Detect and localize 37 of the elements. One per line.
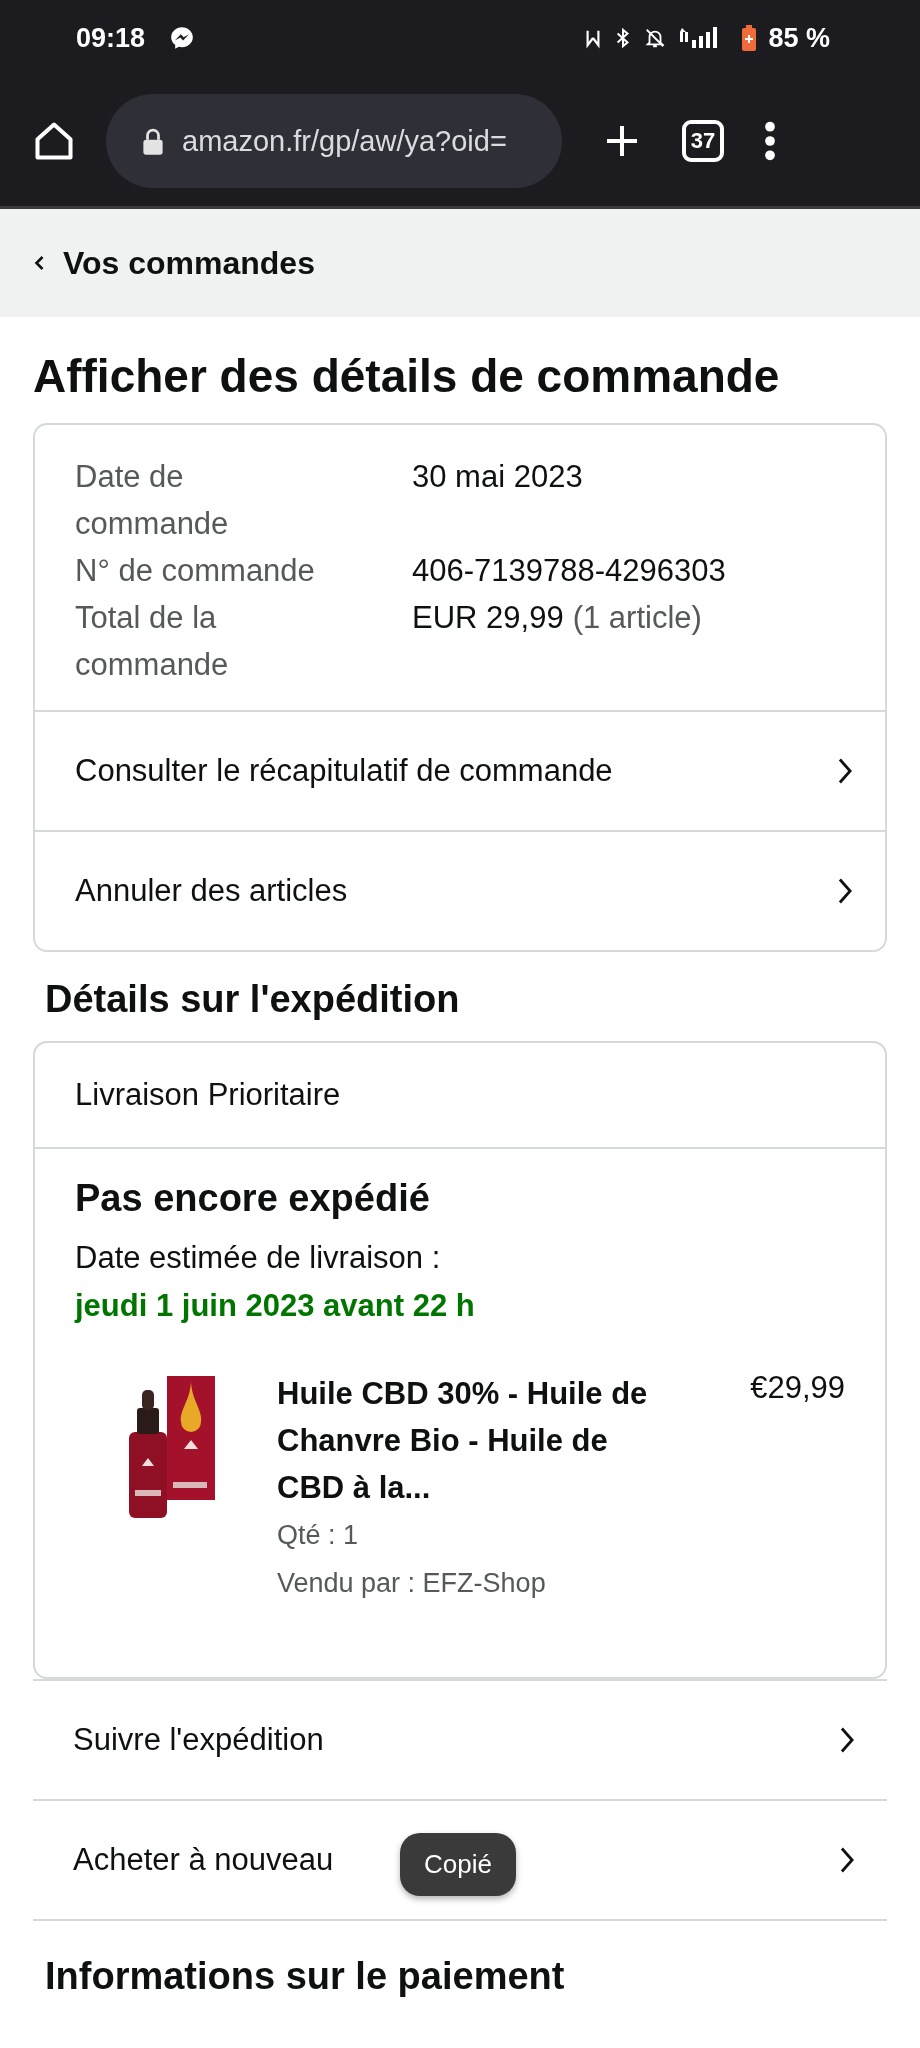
lock-icon	[142, 127, 164, 155]
home-icon[interactable]	[32, 119, 76, 163]
back-link[interactable]: Vos commandes	[34, 244, 315, 282]
field-value: 406-7139788-4296303	[412, 552, 727, 590]
seller-text: Vendu par : EFZ-Shop	[277, 1567, 547, 1600]
field-value: 30 mai 2023	[412, 458, 584, 496]
shipment-status: Pas encore expédié	[75, 1177, 431, 1220]
delivery-method: Livraison Prioritaire	[35, 1043, 885, 1149]
field-label: Date de commande	[75, 458, 230, 543]
field-value: EUR 29,99 (1 article)	[412, 599, 703, 637]
chevron-right-icon	[837, 757, 853, 785]
field-label: Total de la commande	[75, 599, 230, 684]
battery-level: 85 %	[768, 22, 830, 54]
order-link-row[interactable]: Consulter le récapitulatif de commande	[35, 712, 885, 830]
toast-message: Copié	[400, 1833, 516, 1896]
section-heading: Informations sur le paiement	[44, 1954, 566, 1999]
section-heading: Détails sur l'expédition	[44, 977, 461, 1022]
eta-label: Date estimée de livraison :	[75, 1239, 442, 1277]
page-title: Afficher des détails de commande	[33, 349, 781, 404]
shipment-action-row[interactable]: Suivre l'expédition	[33, 1679, 887, 1801]
field-label: N° de commande	[75, 552, 316, 590]
product-title[interactable]: Huile CBD 30% - Huile de Chanvre Bio - Huile de CBD à la...	[277, 1370, 657, 1511]
muted-bell-icon	[644, 27, 667, 49]
quantity-text: Qté : 1	[277, 1519, 360, 1552]
address-bar[interactable]: amazon.fr/gp/aw/ya?oid=	[106, 94, 562, 188]
chevron-right-icon	[839, 1846, 855, 1874]
order-link-row[interactable]: Annuler des articles	[35, 830, 885, 950]
chevron-right-icon	[839, 1726, 855, 1754]
chevron-right-icon	[837, 877, 853, 905]
clock: 09:18	[76, 22, 146, 54]
eta-date: jeudi 1 juin 2023 avant 22 h	[75, 1287, 476, 1325]
tab-count[interactable]: 37	[682, 120, 724, 162]
battery-icon	[742, 25, 757, 51]
chevron-left-icon	[34, 255, 45, 271]
product-price: €29,99	[749, 1370, 845, 1406]
messenger-icon	[169, 25, 196, 51]
menu-icon[interactable]	[764, 121, 776, 161]
